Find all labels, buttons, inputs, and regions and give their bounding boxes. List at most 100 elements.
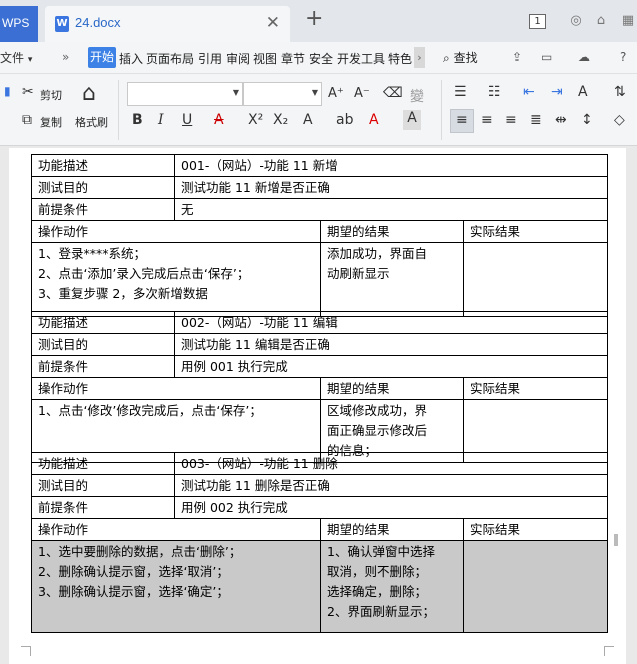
tab-page-layout[interactable]: 页面布局 — [146, 50, 194, 67]
scissors-icon[interactable]: ✂ — [22, 84, 34, 100]
table-cell[interactable]: 操作动作 — [31, 220, 321, 243]
table-cell[interactable]: 期望的结果 — [320, 220, 464, 243]
table-cell[interactable]: 测试目的 — [31, 474, 175, 497]
close-tab-icon[interactable]: ✕ — [266, 13, 280, 33]
table-cell[interactable]: 期望的结果 — [320, 518, 464, 541]
justify-icon[interactable]: ≣ — [530, 112, 542, 128]
strikethrough-icon[interactable]: A — [214, 112, 224, 128]
tab-security[interactable]: 安全 — [309, 50, 333, 67]
tab-start[interactable]: 开始 — [88, 47, 116, 68]
table-cell[interactable]: 1、登录****系统； 2、点击‘添加’录入完成后点击‘保存’； 3、重复步骤 … — [31, 242, 321, 317]
italic-icon[interactable]: I — [158, 112, 164, 128]
grow-font-icon[interactable]: A⁺ — [328, 86, 344, 101]
new-tab-button[interactable]: + — [305, 6, 323, 31]
numbered-list-icon[interactable]: ☷ — [488, 84, 501, 100]
tab-view[interactable]: 视图 — [253, 50, 277, 67]
tab-developer[interactable]: 开发工具 — [337, 50, 385, 67]
table-cell[interactable] — [463, 540, 608, 633]
table-cell[interactable]: 无 — [174, 198, 608, 221]
table-cell[interactable]: 测试功能 11 删除是否正确 — [174, 474, 608, 497]
align-left-button[interactable]: ≡ — [450, 109, 474, 133]
table-cell[interactable]: 1、确认弹窗中选择 取消，则不删除； 选择确定，删除； 2、界面刷新显示； — [320, 540, 464, 633]
wps-home-tab[interactable]: WPS — [0, 6, 38, 42]
cloud-sync-icon[interactable]: ☁ — [578, 50, 590, 64]
table-cell[interactable]: 操作动作 — [31, 518, 321, 541]
table-cell[interactable]: 实际结果 — [463, 220, 608, 243]
table-cell[interactable]: 前提条件 — [31, 355, 175, 378]
test-case-table-2: 功能描述 002-（网站）-功能 11 编辑 测试目的 测试功能 11 编辑是否… — [31, 311, 608, 463]
table-cell[interactable]: 测试功能 11 新增是否正确 — [174, 176, 608, 199]
paragraph-shading-icon[interactable]: ◇ — [614, 112, 625, 128]
tab-review[interactable]: 审阅 — [226, 50, 250, 67]
increase-indent-icon[interactable]: ⇥ — [551, 84, 563, 100]
text-effect-icon[interactable]: A — [303, 112, 313, 128]
share-icon[interactable]: ⇪ — [512, 50, 522, 64]
table-cell[interactable]: 1、选中要删除的数据，点击‘删除’； 2、删除确认提示窗，选择‘取消’； 3、删… — [31, 540, 321, 633]
font-family-select[interactable]: ▼ — [127, 82, 243, 106]
table-cell[interactable]: 003-（网站）-功能 11 删除 — [174, 452, 608, 475]
underline-icon[interactable]: U — [182, 112, 192, 128]
font-size-select[interactable]: ▼ — [243, 82, 322, 106]
table-cell[interactable]: 添加成功，界面自 动刷新显示 — [320, 242, 464, 317]
table-cell[interactable]: 实际结果 — [463, 377, 608, 400]
clear-format-icon[interactable]: ⌫ — [383, 85, 403, 101]
window-count-badge[interactable]: 1 — [529, 14, 546, 29]
bold-icon[interactable]: B — [132, 112, 143, 128]
shirt-icon[interactable]: ⌂ — [593, 13, 609, 29]
file-menu[interactable]: 文件 ▾ — [0, 49, 32, 66]
superscript-icon[interactable]: X² — [248, 112, 263, 128]
table-cell[interactable]: 002-（网站）-功能 11 编辑 — [174, 311, 608, 334]
table-cell[interactable]: 用例 002 执行完成 — [174, 496, 608, 519]
cut-button[interactable]: 剪切 — [40, 87, 62, 103]
tab-references[interactable]: 引用 — [198, 50, 222, 67]
skin-icon[interactable]: ◎ — [568, 13, 584, 29]
distributed-icon[interactable]: ⇹ — [555, 112, 567, 128]
table-cell[interactable]: 功能描述 — [31, 311, 175, 334]
table-cell[interactable]: 功能描述 — [31, 452, 175, 475]
bullet-list-icon[interactable]: ☰ — [454, 84, 467, 100]
line-spacing-icon[interactable]: ↕ — [581, 112, 593, 128]
table-cell[interactable]: 实际结果 — [463, 518, 608, 541]
text-direction-icon[interactable]: A — [578, 84, 588, 100]
title-bar: WPS W 24.docx ✕ + 1 ◎ ⌂ ▦ — [0, 0, 637, 42]
table-cell[interactable]: 测试目的 — [31, 333, 175, 356]
table-cell[interactable]: 期望的结果 — [320, 377, 464, 400]
row-resize-marker[interactable] — [614, 534, 618, 546]
table-cell[interactable]: 测试目的 — [31, 176, 175, 199]
document-page[interactable]: 功能描述 001-（网站）-功能 11 新增 测试目的 测试功能 11 新增是否… — [9, 148, 626, 664]
highlight-icon[interactable]: ab — [336, 112, 353, 128]
subscript-icon[interactable]: X₂ — [273, 112, 288, 128]
format-painter-icon[interactable]: ⌂ — [82, 81, 96, 106]
table-cell[interactable]: 前提条件 — [31, 496, 175, 519]
table-cell[interactable]: 功能描述 — [31, 154, 175, 177]
font-color-icon[interactable]: A — [369, 112, 379, 128]
table-cell[interactable] — [463, 242, 608, 317]
tab-chapter[interactable]: 章节 — [281, 50, 305, 67]
tab-features[interactable]: 特色 — [388, 50, 412, 67]
char-shading-icon[interactable]: A — [403, 110, 421, 130]
menu-scroll-right-icon[interactable]: › — [414, 47, 425, 68]
table-cell[interactable]: 前提条件 — [31, 198, 175, 221]
more-menus-icon[interactable]: » — [62, 50, 69, 64]
table-cell[interactable]: 操作动作 — [31, 377, 321, 400]
phonetic-guide-icon[interactable]: 變 — [410, 86, 424, 106]
comment-icon[interactable]: ▭ — [541, 50, 552, 64]
copy-icon[interactable]: ⧉ — [22, 112, 32, 128]
grid-icon[interactable]: ▦ — [620, 13, 636, 29]
table-cell[interactable]: 用例 001 执行完成 — [174, 355, 608, 378]
document-tab[interactable]: W 24.docx ✕ — [45, 6, 290, 42]
paste-icon[interactable]: ▮ — [4, 84, 11, 98]
copy-button[interactable]: 复制 — [40, 114, 62, 130]
document-canvas[interactable]: 功能描述 001-（网站）-功能 11 新增 测试目的 测试功能 11 新增是否… — [0, 146, 637, 664]
table-cell[interactable]: 测试功能 11 编辑是否正确 — [174, 333, 608, 356]
table-cell[interactable]: 001-（网站）-功能 11 新增 — [174, 154, 608, 177]
sort-icon[interactable]: ⇅ — [614, 84, 626, 100]
search-button[interactable]: ⌕ 查找 — [443, 49, 478, 66]
help-icon[interactable]: ? — [620, 50, 626, 64]
format-painter-button[interactable]: 格式刷 — [75, 114, 108, 130]
decrease-indent-icon[interactable]: ⇤ — [523, 84, 535, 100]
shrink-font-icon[interactable]: A⁻ — [354, 86, 370, 101]
align-right-icon[interactable]: ≡ — [505, 112, 517, 128]
tab-insert[interactable]: 插入 — [119, 50, 143, 67]
align-center-icon[interactable]: ≡ — [481, 112, 493, 128]
